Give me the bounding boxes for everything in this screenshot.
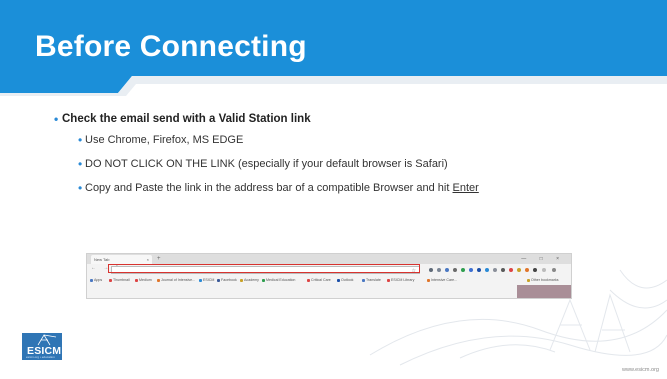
profile-avatar[interactable] (542, 268, 546, 272)
extension-icon[interactable] (477, 268, 481, 272)
sub-bullet-text: DO NOT CLICK ON THE LINK (especially if … (85, 158, 448, 170)
sub-bullet-text: Copy and Paste the link in the address b… (85, 182, 453, 194)
bookmark-item[interactable]: Medical Education (262, 278, 295, 282)
bookmark-item[interactable]: Medium (135, 278, 152, 282)
bullet-list: • Check the email send with a Valid Stat… (54, 112, 479, 195)
sub-bullet-warning: • DO NOT CLICK ON THE LINK (especially i… (62, 157, 479, 171)
slide-title: Before Connecting (35, 30, 307, 63)
bookmark-item[interactable]: ESICM Library (387, 278, 414, 282)
bullet-main: • Check the email send with a Valid Stat… (54, 112, 479, 132)
bullet-icon: • (78, 133, 83, 147)
bookmark-item[interactable]: Outlook (337, 278, 353, 282)
extension-icon[interactable] (429, 268, 433, 272)
bookmarks-bar: Apps Thumbnail Medium Journal of Intensi… (87, 277, 571, 285)
extension-icon[interactable] (525, 268, 529, 272)
bookmark-item[interactable]: Facebook (217, 278, 237, 282)
bookmark-item[interactable]: Journal of Intensive... (157, 278, 195, 282)
new-tab-icon[interactable]: + (157, 254, 161, 264)
extension-icon[interactable] (485, 268, 489, 272)
bullet-main-text: Check the email send with a Valid Statio… (62, 113, 311, 125)
menu-icon[interactable] (552, 268, 556, 272)
slide: Before Connecting • Check the email send… (0, 0, 667, 379)
title-banner: Before Connecting (0, 0, 667, 100)
extension-icon[interactable] (517, 268, 521, 272)
bookmark-item[interactable]: Academy (240, 278, 259, 282)
extension-icon[interactable] (509, 268, 513, 272)
address-bar-highlight (108, 264, 420, 273)
bookmark-item[interactable]: Translate (362, 278, 381, 282)
extension-icon[interactable] (453, 268, 457, 272)
extension-icon[interactable] (437, 268, 441, 272)
extension-icon[interactable] (501, 268, 505, 272)
bookmark-item[interactable]: Apps (90, 278, 102, 282)
bullet-icon: • (54, 112, 59, 126)
bookmark-item[interactable]: Critical Care (307, 278, 331, 282)
enter-key-text: Enter (452, 182, 479, 194)
extension-icon[interactable] (461, 268, 465, 272)
footer-url[interactable]: www.esicm.org (622, 367, 659, 373)
tab-close-icon[interactable]: × (147, 255, 149, 264)
sub-bullet-copy-paste: • Copy and Paste the link in the address… (62, 181, 479, 195)
page-content-preview (517, 285, 571, 298)
browser-tab[interactable]: New Tab × (91, 255, 152, 264)
bookmark-item[interactable]: Other bookmarks (527, 278, 559, 282)
sub-bullet-browsers: • Use Chrome, Firefox, MS EDGE (62, 133, 479, 147)
extension-icon[interactable] (533, 268, 537, 272)
bookmark-item[interactable]: ESICM (199, 278, 214, 282)
bullet-icon: • (78, 157, 83, 171)
extension-icon[interactable] (493, 268, 497, 272)
bookmark-item[interactable]: Intensive Care... (427, 278, 457, 282)
logo-subtext: esicm.org • education (26, 355, 55, 359)
browser-screenshot: New Tab × + — □ × ← → ↻ ☆ Apps Thumbnail… (86, 253, 572, 299)
sub-bullet-text: Use Chrome, Firefox, MS EDGE (85, 134, 244, 146)
browser-tab-bar: New Tab × + — □ × (87, 254, 571, 264)
tab-label: New Tab (94, 257, 110, 262)
bullet-icon: • (78, 181, 83, 195)
extension-icon[interactable] (445, 268, 449, 272)
extension-icon[interactable] (469, 268, 473, 272)
bookmark-item[interactable]: Thumbnail (109, 278, 130, 282)
window-controls[interactable]: — □ × (521, 254, 565, 264)
esicm-logo: ESICM esicm.org • education (22, 333, 62, 360)
